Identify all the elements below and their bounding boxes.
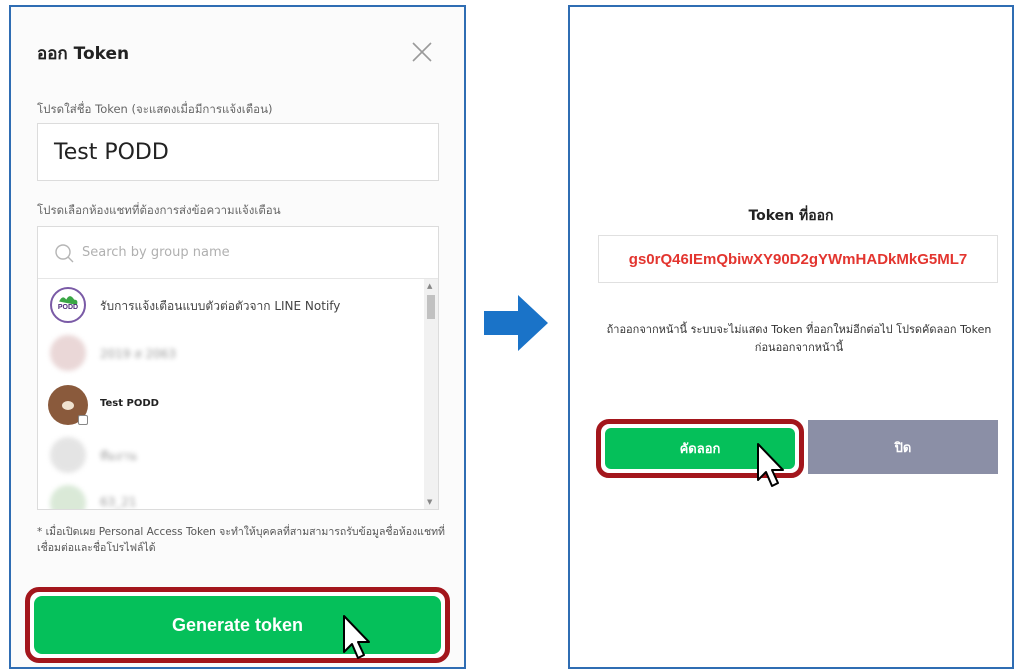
close-button[interactable]: ปิด bbox=[808, 420, 998, 474]
issued-token-dialog: Token ที่ออก gs0rQ46IEmQbiwXY90D2gYWmHAD… bbox=[568, 5, 1014, 669]
generate-token-highlight: Generate token bbox=[25, 587, 450, 663]
search-icon bbox=[55, 244, 74, 263]
avatar bbox=[50, 335, 86, 371]
avatar bbox=[50, 485, 86, 509]
list-item[interactable]: 2019 ส 2063 bbox=[38, 329, 424, 377]
scroll-up-icon[interactable]: ▲ bbox=[427, 282, 432, 290]
chat-select-label: โปรดเลือกห้องแชทที่ต้องการส่งข้อความแจ้ง… bbox=[37, 203, 281, 217]
issued-token-title: Token ที่ออก bbox=[748, 208, 834, 224]
list-item-label: 2019 ส 2063 bbox=[100, 347, 177, 361]
leave-warning: ถ้าออกจากหน้านี้ ระบบจะไม่แสดง Token ที่… bbox=[606, 323, 992, 354]
close-icon[interactable] bbox=[409, 39, 435, 65]
token-name-label: โปรดใส่ชื่อ Token (จะแสดงเมื่อมีการแจ้งเ… bbox=[37, 102, 273, 116]
privacy-note: * เมื่อเปิดเผย Personal Access Token จะท… bbox=[37, 526, 445, 554]
dialog-title: ออก Token bbox=[37, 44, 130, 64]
list-item[interactable]: 63_21 bbox=[38, 479, 424, 509]
group-list: PODD รับการแจ้งเตือนแบบตัวต่อตัวจาก LINE… bbox=[38, 279, 424, 509]
mouse-cursor-icon bbox=[757, 443, 784, 487]
token-value[interactable]: gs0rQ46IEmQbiwXY90D2gYWmHADkMkG5ML7 bbox=[598, 235, 998, 283]
group-search-box[interactable]: Search by group name bbox=[38, 227, 438, 279]
avatar-label: PODD bbox=[57, 304, 79, 311]
list-item[interactable]: Test PODD bbox=[38, 381, 424, 429]
list-item-label: รับการแจ้งเตือนแบบตัวต่อตัวจาก LINE Noti… bbox=[100, 299, 341, 313]
group-search-input[interactable]: Search by group name bbox=[82, 245, 230, 260]
avatar bbox=[48, 385, 88, 425]
list-item-label: Test PODD bbox=[100, 398, 159, 409]
generate-token-button[interactable]: Generate token bbox=[34, 596, 441, 654]
list-item-label: ทีมงาน bbox=[100, 449, 137, 463]
arrow-right-icon bbox=[484, 295, 548, 351]
mouse-cursor-icon bbox=[343, 615, 370, 659]
list-item[interactable]: ทีมงาน bbox=[38, 431, 424, 479]
scroll-down-icon[interactable]: ▼ bbox=[427, 498, 432, 506]
list-item-label: 63_21 bbox=[100, 495, 137, 509]
podd-avatar: PODD bbox=[50, 287, 86, 323]
scroll-thumb[interactable] bbox=[427, 295, 435, 319]
avatar bbox=[50, 437, 86, 473]
group-selector: Search by group name PODD รับการแจ้งเตือ… bbox=[37, 226, 439, 510]
token-name-input[interactable]: Test PODD bbox=[37, 123, 439, 181]
list-item[interactable]: PODD รับการแจ้งเตือนแบบตัวต่อตัวจาก LINE… bbox=[38, 281, 424, 329]
issue-token-dialog: ออก Token โปรดใส่ชื่อ Token (จะแสดงเมื่อ… bbox=[9, 5, 466, 669]
group-list-scrollbar[interactable]: ▲ ▼ bbox=[424, 279, 438, 509]
